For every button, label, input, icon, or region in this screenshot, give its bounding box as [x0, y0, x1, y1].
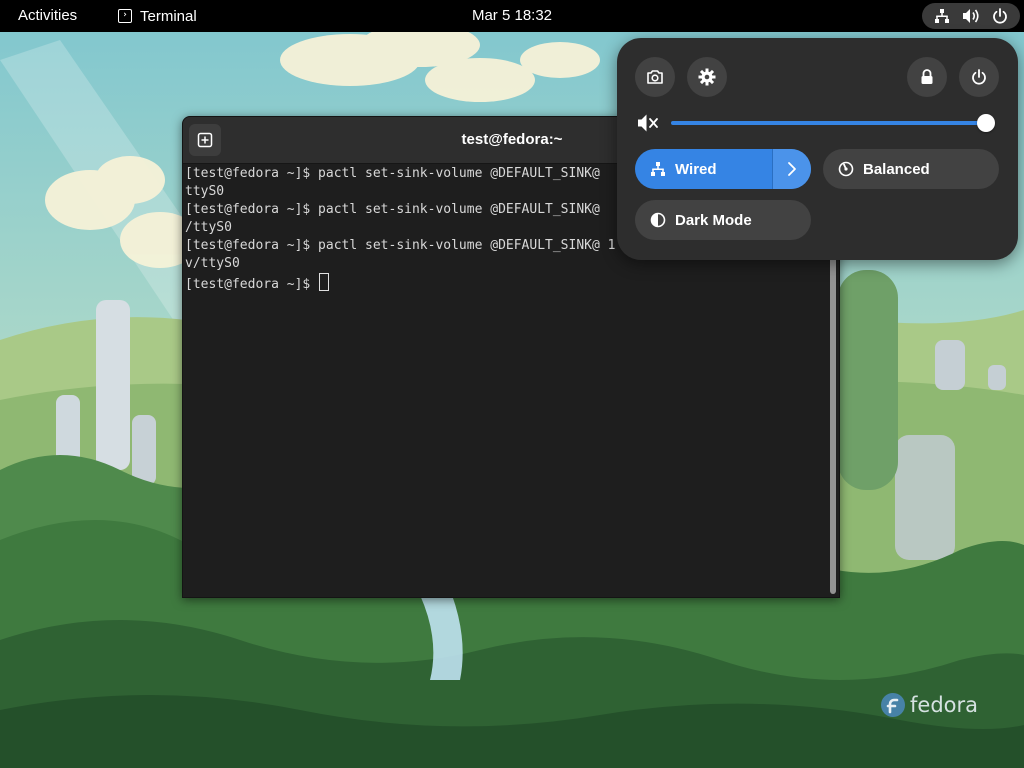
lock-screen-button[interactable] — [907, 57, 947, 97]
dark-mode-label: Dark Mode — [675, 211, 752, 229]
lock-icon — [921, 69, 933, 84]
wired-menu-expand-button[interactable] — [772, 149, 811, 189]
terminal-icon: › — [118, 9, 132, 23]
quick-settings-menu: Wired Balanced Dark Mode — [617, 38, 1018, 260]
fedora-icon — [881, 693, 905, 717]
power-icon — [990, 6, 1010, 26]
clock-button[interactable]: Mar 5 18:32 — [472, 7, 552, 24]
dark-mode-toggle[interactable]: Dark Mode — [635, 200, 811, 240]
settings-button[interactable] — [687, 57, 727, 97]
volume-slider-row — [637, 110, 999, 136]
activities-button[interactable]: Activities — [10, 0, 85, 32]
power-icon — [972, 69, 986, 85]
power-profile-toggle[interactable]: Balanced — [823, 149, 999, 189]
power-profile-label: Balanced — [863, 160, 930, 178]
wired-toggle-main[interactable]: Wired — [635, 149, 772, 189]
network-wired-icon — [649, 160, 667, 178]
volume-muted-icon[interactable] — [637, 113, 659, 133]
terminal-prompt-line: [test@fedora ~]$ — [185, 273, 825, 294]
top-bar: Activities › Terminal Mar 5 18:32 — [0, 0, 1024, 32]
system-status-area[interactable] — [922, 3, 1020, 29]
volume-slider-handle[interactable] — [977, 114, 995, 132]
volume-icon — [961, 6, 981, 26]
fedora-logo: fedora — [880, 690, 978, 720]
wired-network-toggle[interactable]: Wired — [635, 149, 811, 189]
volume-slider[interactable] — [671, 121, 985, 125]
app-menu-button[interactable]: › Terminal — [110, 0, 205, 32]
text-cursor — [319, 273, 330, 291]
dark-mode-icon — [649, 211, 667, 229]
terminal-prompt: [test@fedora ~]$ — [185, 277, 319, 292]
fedora-wordmark: fedora — [910, 693, 978, 717]
network-wired-icon — [932, 6, 952, 26]
power-profile-icon — [837, 160, 855, 178]
screenshot-button[interactable] — [635, 57, 675, 97]
camera-icon — [647, 70, 663, 84]
power-off-menu-button[interactable] — [959, 57, 999, 97]
wired-label: Wired — [675, 160, 717, 178]
app-menu-label: Terminal — [140, 7, 197, 25]
chevron-right-icon — [788, 162, 797, 176]
gear-icon — [698, 68, 716, 86]
